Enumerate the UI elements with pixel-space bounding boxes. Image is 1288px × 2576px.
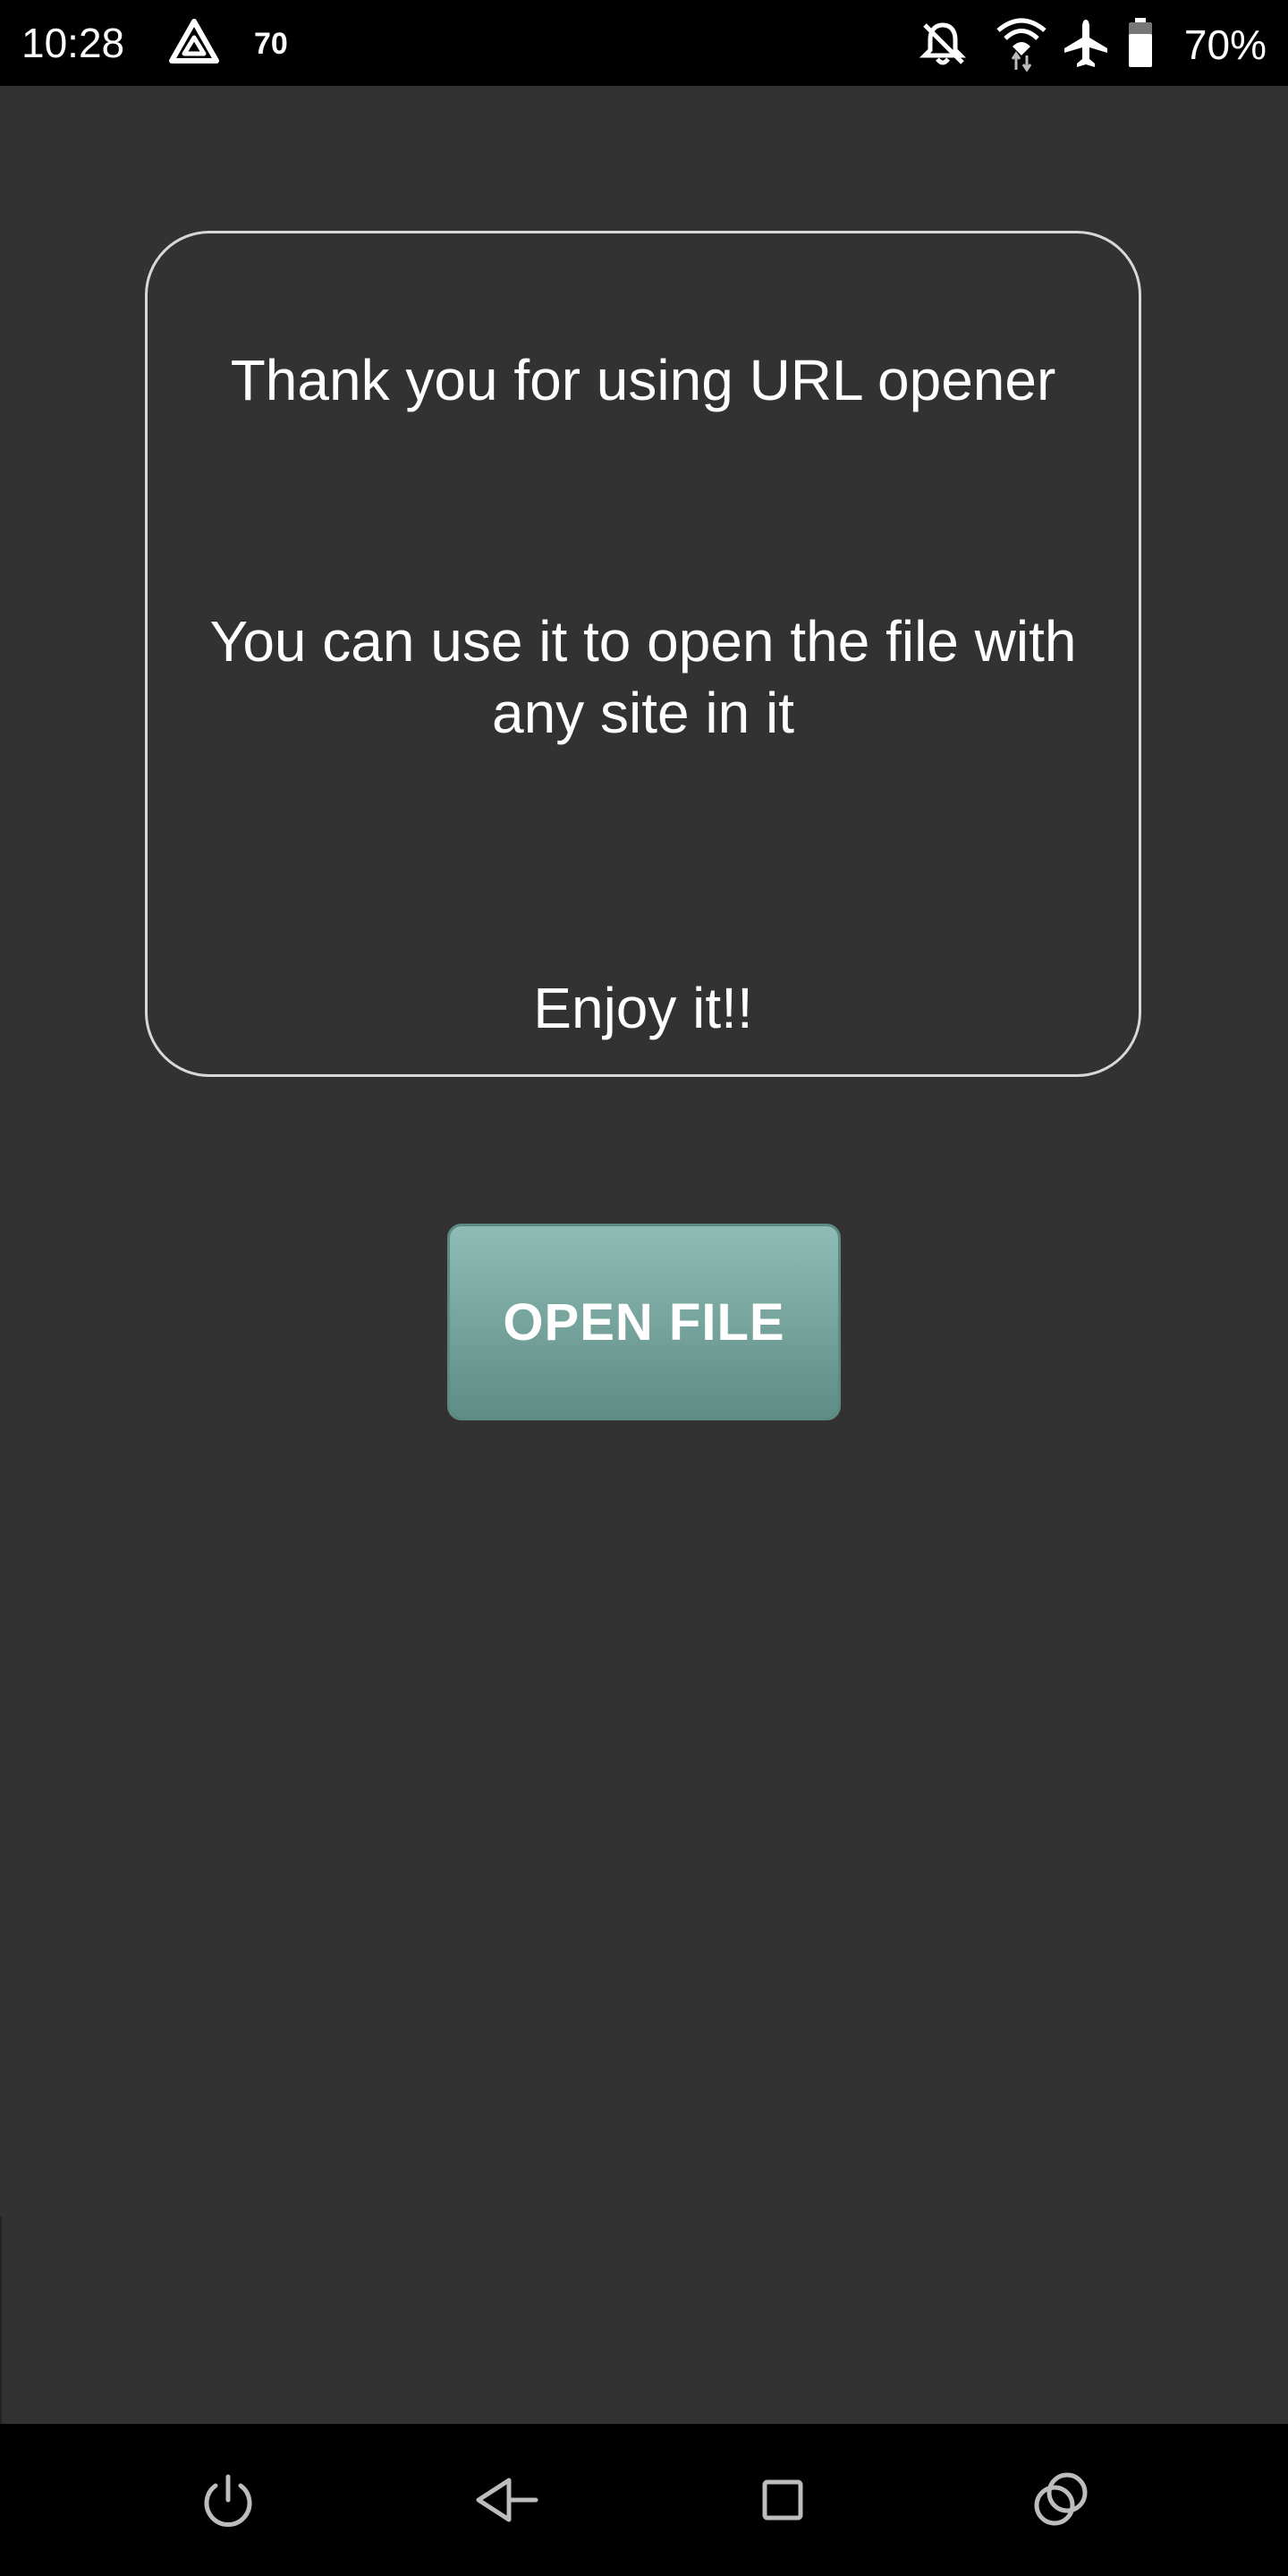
edge-divider: [0, 2216, 2, 2424]
battery-icon: [1127, 18, 1154, 72]
battery-percentage: 70%: [1183, 21, 1267, 68]
app-triangle-icon: [168, 18, 220, 66]
status-bar: 10:28 70 70%: [0, 0, 1288, 86]
thank-you-text: Thank you for using URL opener: [230, 348, 1056, 412]
notifications-off-icon: [918, 18, 968, 72]
usage-description-text: You can use it to open the file with any…: [209, 609, 1077, 745]
open-file-button[interactable]: OPEN FILE: [447, 1224, 841, 1420]
assistant-icon[interactable]: [1024, 2464, 1096, 2536]
back-icon[interactable]: [470, 2464, 541, 2536]
status-time: 10:28: [21, 20, 125, 66]
notification-count: 70: [254, 27, 288, 61]
airplane-mode-icon: [1061, 18, 1111, 72]
wifi-icon: [995, 14, 1048, 76]
enjoy-text: Enjoy it!!: [533, 976, 753, 1040]
navigation-bar: [0, 2424, 1288, 2576]
message-card: Thank you for using URL opener You can u…: [145, 231, 1141, 1077]
power-icon[interactable]: [192, 2464, 264, 2536]
recents-icon[interactable]: [747, 2464, 818, 2536]
